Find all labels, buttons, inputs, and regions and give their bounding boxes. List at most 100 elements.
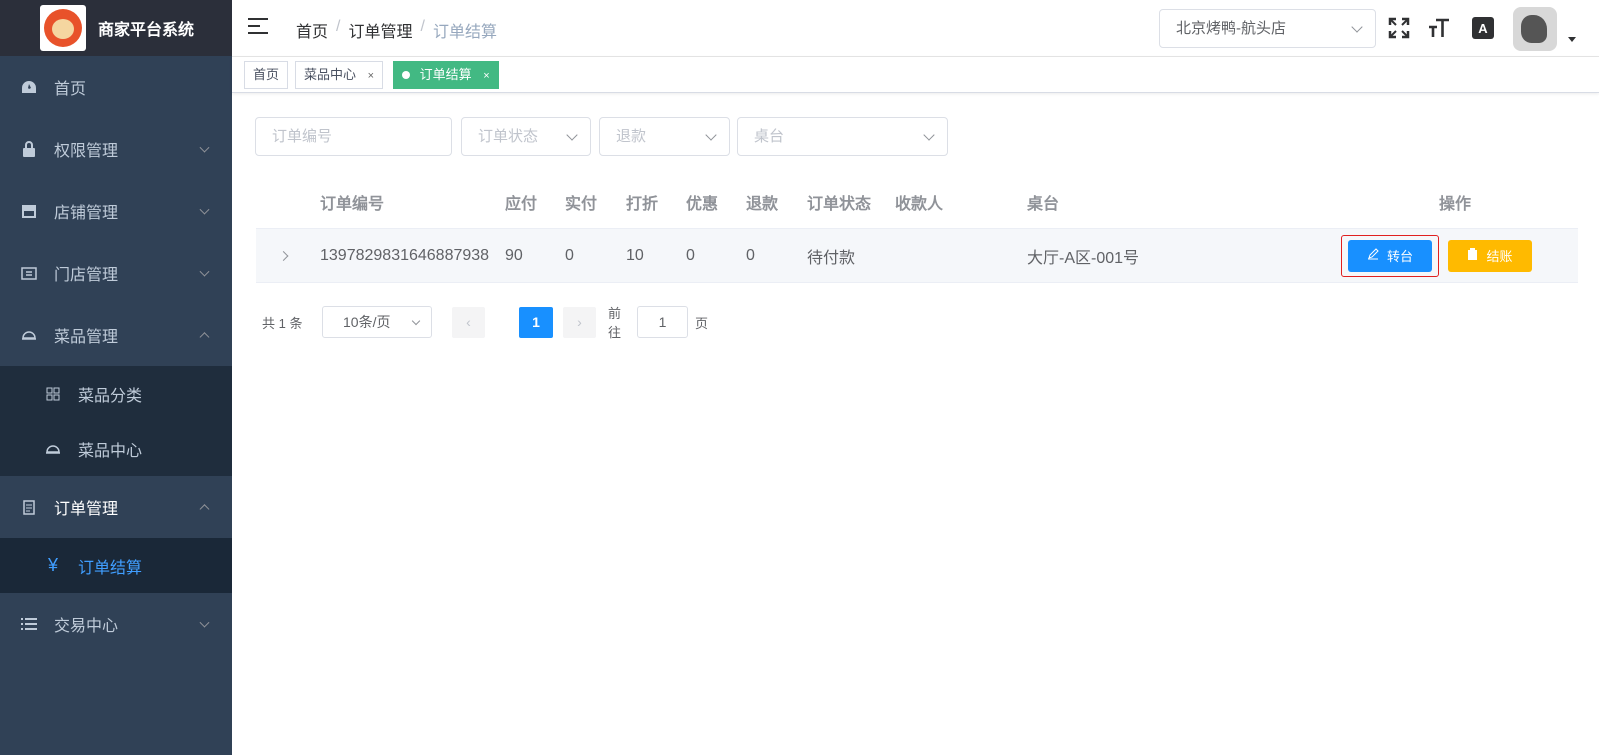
sidebar-item-label: 菜品管理 — [54, 329, 119, 346]
chevron-down-icon — [411, 316, 421, 326]
document-icon — [20, 498, 38, 516]
chevron-down-icon — [199, 204, 210, 215]
page-number-current[interactable]: 1 — [519, 306, 553, 338]
sidebar-item-order[interactable]: 订单管理 — [0, 476, 232, 538]
dashboard-icon — [20, 78, 38, 96]
chevron-down-icon — [1351, 21, 1363, 33]
close-icon[interactable]: × — [368, 70, 374, 82]
col-discount: 打折 — [626, 196, 659, 213]
goto-label: 前往 — [608, 306, 622, 340]
table-row: 1397829831646887938 90 0 10 0 0 待付款 大厅-A… — [256, 229, 1578, 283]
sidebar: 商家平台系统 首页 权限管理 店铺管理 门店管理 菜品管理 菜品分类 菜品中心 … — [0, 0, 232, 755]
page-size-value: 10条/页 — [343, 314, 391, 330]
col-refund: 退款 — [746, 196, 779, 213]
status-placeholder: 订单状态 — [478, 128, 539, 145]
breadcrumb-separator: / — [420, 18, 425, 35]
sidebar-item-label: 订单管理 — [54, 501, 119, 518]
language-icon[interactable]: A — [1472, 17, 1494, 39]
font-size-icon[interactable] — [1428, 17, 1450, 39]
status-select[interactable]: 订单状态 — [461, 117, 591, 156]
tag-home[interactable]: 首页 — [244, 61, 289, 89]
sidebar-item-permission[interactable]: 权限管理 — [0, 118, 232, 180]
sidebar-item-store[interactable]: 门店管理 — [0, 242, 232, 304]
chevron-down-icon — [199, 142, 210, 153]
breadcrumb-separator: / — [336, 18, 341, 35]
order-no-input[interactable]: 订单编号 — [255, 117, 452, 156]
dish-icon — [44, 440, 62, 458]
submenu-dish: 菜品分类 菜品中心 — [0, 366, 232, 476]
caret-down-icon[interactable] — [1568, 37, 1576, 42]
clipboard-icon — [1467, 248, 1478, 263]
sidebar-item-label: 菜品分类 — [78, 387, 143, 405]
sidebar-item-label: 订单结算 — [78, 559, 143, 577]
chevron-down-icon — [705, 129, 717, 141]
shop-icon — [20, 202, 38, 220]
store-select-value: 北京烤鸭-航头店 — [1176, 20, 1286, 37]
transfer-table-button[interactable]: 转台 — [1348, 239, 1432, 272]
col-cashier: 收款人 — [895, 196, 944, 213]
sidebar-item-label: 首页 — [54, 81, 87, 98]
prev-page-button[interactable]: ‹ — [452, 306, 485, 338]
sidebar-item-shop[interactable]: 店铺管理 — [0, 180, 232, 242]
chevron-down-icon — [923, 129, 935, 141]
col-actions: 操作 — [1439, 196, 1472, 213]
app-title: 商家平台系统 — [98, 22, 195, 39]
sidebar-item-dish[interactable]: 菜品管理 — [0, 304, 232, 366]
goto-page-input[interactable]: 1 — [637, 306, 688, 338]
store-icon — [20, 264, 38, 282]
sidebar-item-label: 店铺管理 — [54, 205, 119, 222]
grid-icon — [44, 385, 62, 403]
col-coupon: 优惠 — [686, 196, 719, 213]
sidebar-item-home[interactable]: 首页 — [0, 56, 232, 118]
sidebar-item-dish-center[interactable]: 菜品中心 — [0, 421, 232, 476]
col-status: 订单状态 — [807, 196, 872, 213]
cell-coupon: 0 — [686, 246, 695, 264]
tag-label: 订单结算 — [419, 67, 472, 82]
tag-order-settlement[interactable]: 订单结算 × — [393, 61, 499, 89]
transfer-label: 转台 — [1386, 249, 1413, 264]
breadcrumb-order[interactable]: 订单管理 — [348, 18, 412, 42]
order-no-placeholder: 订单编号 — [272, 128, 333, 145]
orders-table: 订单编号 应付 实付 打折 优惠 退款 订单状态 收款人 桌台 操作 13978… — [256, 176, 1578, 283]
yen-icon: ¥ — [47, 555, 58, 575]
tag-dish-center[interactable]: 菜品中心 × — [295, 61, 384, 89]
table-select[interactable]: 桌台 — [737, 117, 948, 156]
dish-icon — [20, 326, 38, 344]
chevron-down-icon — [199, 266, 210, 277]
logo-icon — [40, 5, 86, 51]
chevron-right-icon[interactable] — [278, 250, 289, 261]
app-root: 商家平台系统 首页 权限管理 店铺管理 门店管理 菜品管理 菜品分类 菜品中心 … — [0, 0, 1599, 755]
active-dot-icon — [402, 71, 410, 79]
hamburger-icon[interactable] — [248, 18, 268, 38]
chevron-down-icon — [199, 617, 210, 628]
sidebar-item-order-settlement[interactable]: ¥ 订单结算 — [0, 538, 232, 593]
breadcrumb-home[interactable]: 首页 — [296, 18, 328, 42]
pagination: 共 1 条 10条/页 ‹ 1 › 前往 1 页 — [256, 306, 708, 340]
col-table: 桌台 — [1027, 196, 1060, 213]
close-icon[interactable]: × — [483, 70, 489, 82]
next-page-button[interactable]: › — [563, 306, 596, 338]
store-select[interactable]: 北京烤鸭-航头店 — [1159, 9, 1376, 48]
sidebar-item-trade[interactable]: 交易中心 — [0, 593, 232, 655]
table-placeholder: 桌台 — [754, 128, 785, 145]
navbar: 首页 / 订单管理 / 订单结算 北京烤鸭-航头店 A — [232, 0, 1599, 57]
page-size-select[interactable]: 10条/页 — [322, 306, 432, 338]
sidebar-item-dish-category[interactable]: 菜品分类 — [0, 366, 232, 421]
cell-table: 大厅-A区-001号 — [1027, 249, 1140, 267]
cell-status: 待付款 — [807, 249, 856, 267]
tags-view: 首页 菜品中心 × 订单结算 × — [232, 57, 1599, 93]
avatar[interactable] — [1513, 7, 1557, 51]
fullscreen-icon[interactable] — [1388, 17, 1410, 39]
cell-payable: 90 — [505, 246, 523, 264]
sidebar-item-label: 门店管理 — [54, 267, 119, 284]
main-content: 订单编号 订单状态 退款 桌台 订单编号 应付 实付 打折 优惠 退款 订单状态… — [232, 93, 1599, 755]
breadcrumb: 首页 / 订单管理 / 订单结算 — [296, 18, 497, 42]
logo[interactable]: 商家平台系统 — [0, 0, 232, 56]
col-order-no: 订单编号 — [320, 196, 385, 213]
refund-placeholder: 退款 — [616, 128, 647, 145]
refund-select[interactable]: 退款 — [599, 117, 730, 156]
col-paid: 实付 — [565, 196, 598, 213]
checkout-button[interactable]: 结账 — [1448, 239, 1532, 272]
tag-label: 首页 — [253, 67, 280, 82]
breadcrumb-current: 订单结算 — [432, 24, 497, 41]
